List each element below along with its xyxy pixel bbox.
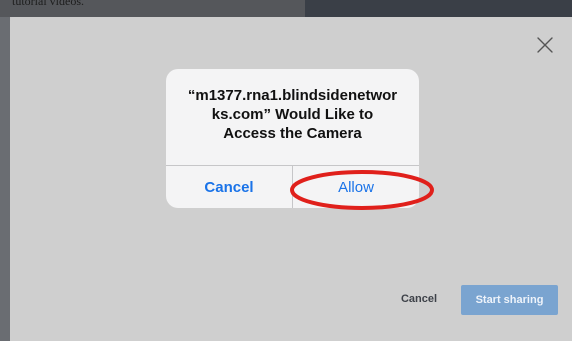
close-icon: [537, 37, 553, 53]
alert-title-line: “m1377.rna1.blindsidenetwor: [187, 87, 398, 104]
alert-allow-button[interactable]: Allow: [293, 166, 419, 208]
alert-button-row: Cancel Allow: [166, 165, 419, 208]
start-sharing-button[interactable]: Start sharing: [461, 285, 558, 315]
page-backdrop-content: tutorial videos.: [0, 0, 305, 17]
camera-permission-alert: “m1377.rna1.blindsidenetwor ks.com” Woul…: [166, 69, 419, 208]
backdrop-text: tutorial videos.: [12, 0, 84, 8]
alert-title-line: Access the Camera: [223, 125, 362, 142]
alert-title-line: ks.com” Would Like to: [211, 106, 374, 123]
close-button[interactable]: [527, 27, 563, 63]
alert-cancel-button[interactable]: Cancel: [166, 166, 293, 208]
modal-cancel-button[interactable]: Cancel: [386, 280, 452, 318]
alert-title: “m1377.rna1.blindsidenetwor ks.com” Woul…: [166, 86, 419, 143]
screen: tutorial videos. Cancel Start sharing “m…: [0, 0, 572, 341]
page-backdrop-left-strip: [0, 17, 10, 341]
